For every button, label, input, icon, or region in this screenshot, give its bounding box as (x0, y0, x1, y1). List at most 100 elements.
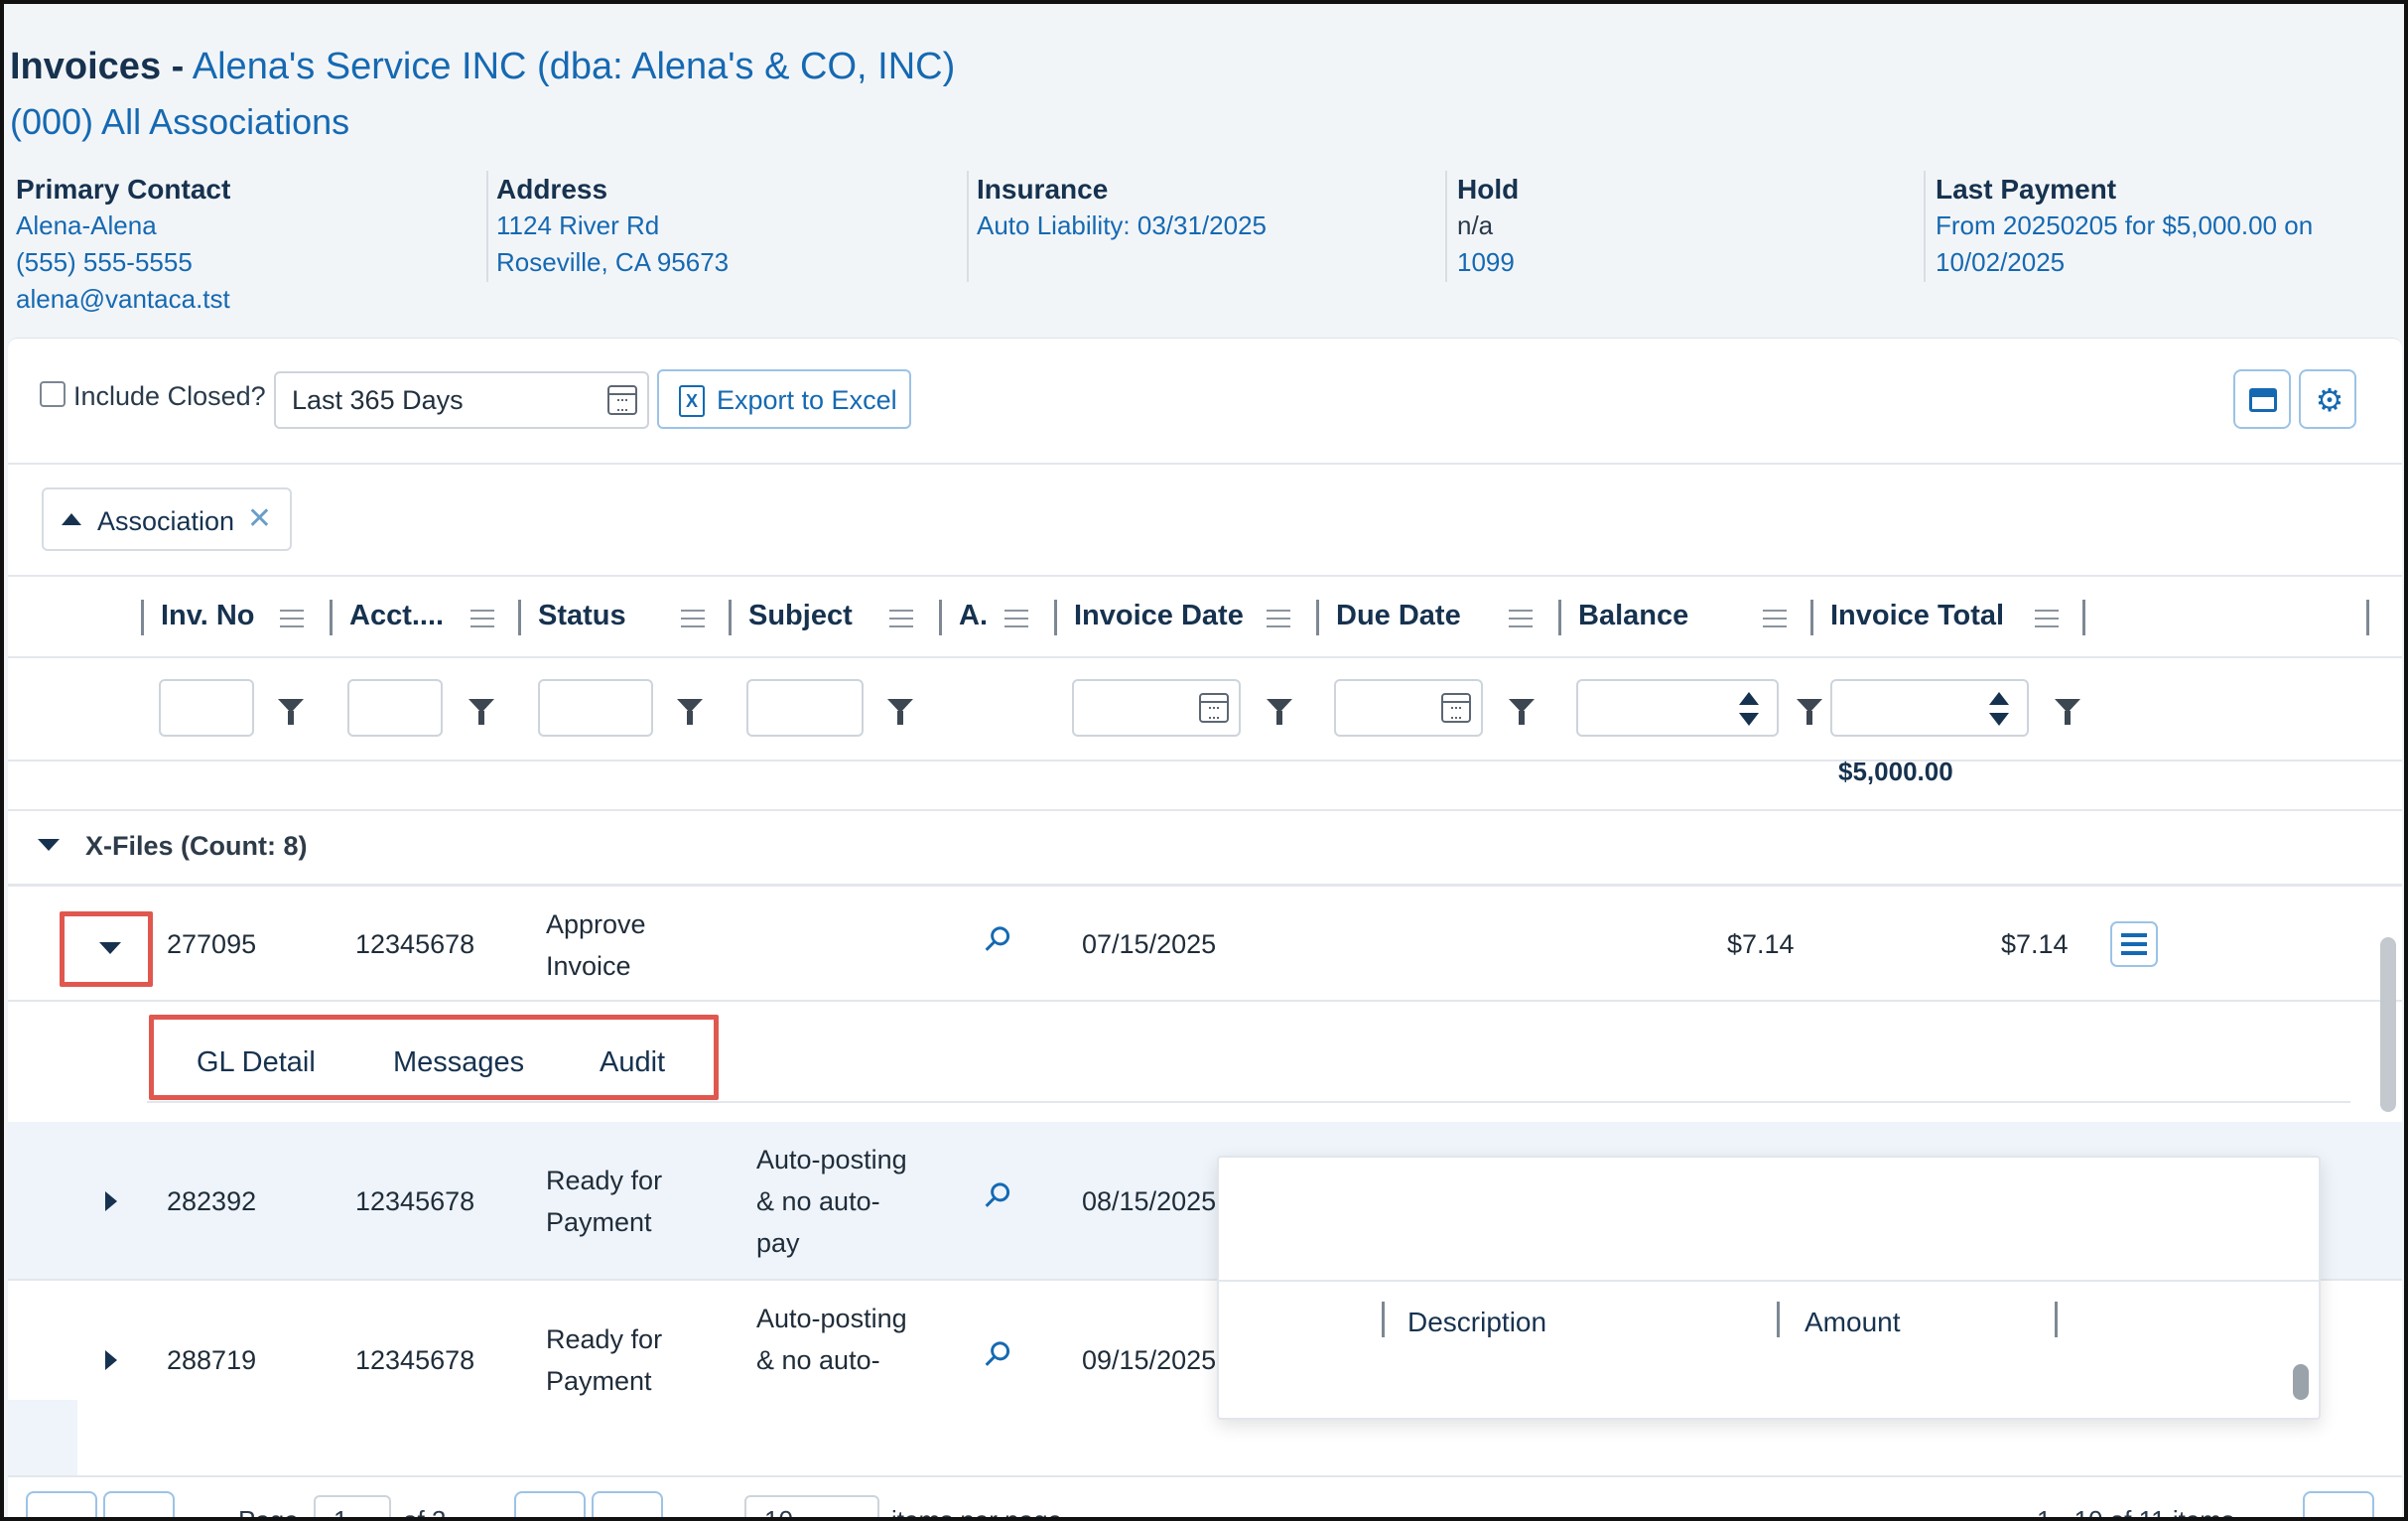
date-range-picker[interactable]: Last 365 Days (274, 371, 649, 429)
hold-value: n/a (1457, 210, 1494, 240)
address-line2[interactable]: Roseville, CA 95673 (496, 244, 963, 281)
calendar-icon[interactable] (1199, 693, 1229, 723)
insurance-value-link[interactable]: Auto Liability: 03/31/2025 (977, 207, 1443, 244)
column-divider[interactable] (729, 600, 732, 635)
spinner-icon[interactable] (1989, 692, 2009, 726)
calendar-icon[interactable] (1441, 693, 1471, 723)
column-header-subject[interactable]: Subject (748, 600, 853, 632)
column-divider[interactable] (1810, 600, 1813, 635)
filter-invoice-date-input[interactable] (1072, 679, 1241, 737)
column-menu-icon[interactable] (889, 610, 913, 627)
filter-subject-input[interactable] (746, 679, 864, 737)
refresh-button[interactable] (2303, 1491, 2374, 1517)
settings-button[interactable]: ⚙ (2299, 369, 2356, 429)
group-label: X-Files (Count: 8) (85, 831, 308, 861)
column-divider[interactable] (141, 600, 144, 635)
column-divider[interactable] (939, 600, 942, 635)
contact-email-link[interactable]: alena@vantaca.tst (16, 281, 482, 318)
contact-phone-link[interactable]: (555) 555-5555 (16, 244, 482, 281)
vendor-name-link[interactable]: Alena's Service INC (dba: Alena's & CO, … (193, 46, 955, 87)
first-page-button[interactable] (26, 1491, 97, 1517)
address-line1[interactable]: 1124 River Rd (496, 207, 963, 244)
last-payment-line2[interactable]: 10/02/2025 (1936, 244, 2402, 281)
popup-header-description[interactable]: Description (1407, 1307, 1546, 1338)
filter-account-input[interactable] (347, 679, 443, 737)
inv-no-cell[interactable]: 282392 (167, 1180, 256, 1222)
primary-contact-heading: Primary Contact (16, 174, 231, 205)
last-page-button[interactable] (592, 1491, 663, 1517)
column-divider[interactable] (1316, 600, 1319, 635)
column-header-invoice-total[interactable]: Invoice Total (1830, 600, 2004, 632)
group-chip-label: Association (97, 506, 235, 536)
next-page-button[interactable] (514, 1491, 586, 1517)
last-payment-line1[interactable]: From 20250205 for $5,000.00 on (1936, 207, 2402, 244)
previous-page-button[interactable] (103, 1491, 175, 1517)
calendar-icon[interactable] (607, 385, 637, 415)
group-by-association-chip[interactable]: Association ✕ (42, 487, 292, 551)
column-header-attachment[interactable]: A. (959, 600, 988, 632)
filter-icon[interactable] (278, 699, 304, 725)
column-header-due-date[interactable]: Due Date (1336, 600, 1461, 632)
expand-row-icon[interactable] (105, 1191, 117, 1211)
collapse-row-icon[interactable] (99, 942, 121, 954)
filter-due-date-input[interactable] (1334, 679, 1483, 737)
tab-gl-detail[interactable]: GL Detail (197, 1046, 316, 1079)
column-header-inv-no[interactable]: Inv. No (161, 600, 255, 632)
export-to-excel-button[interactable]: X Export to Excel (657, 369, 911, 429)
column-divider[interactable] (2082, 600, 2085, 635)
column-menu-icon[interactable] (1509, 610, 1533, 627)
filter-balance-input[interactable] (1576, 679, 1779, 737)
filter-status-input[interactable] (538, 679, 653, 737)
tab-messages[interactable]: Messages (393, 1046, 524, 1079)
hold-1099-link[interactable]: 1099 (1457, 244, 1914, 281)
layout-toggle-button[interactable] (2233, 369, 2291, 429)
column-header-invoice-date[interactable]: Invoice Date (1074, 600, 1244, 632)
column-divider[interactable] (518, 600, 521, 635)
column-menu-icon[interactable] (1267, 610, 1290, 627)
column-divider[interactable] (330, 600, 333, 635)
tab-audit[interactable]: Audit (600, 1046, 665, 1079)
column-divider[interactable] (2055, 1302, 2058, 1337)
grid-vertical-scrollbar[interactable] (2380, 937, 2396, 1112)
column-menu-icon[interactable] (2035, 610, 2059, 627)
filter-icon[interactable] (1267, 699, 1292, 725)
filter-icon[interactable] (677, 699, 703, 725)
remove-group-icon[interactable]: ✕ (247, 501, 272, 536)
inv-no-cell[interactable]: 288719 (167, 1339, 256, 1381)
popup-header-amount[interactable]: Amount (1805, 1307, 1901, 1338)
popup-scrollbar[interactable] (2293, 1364, 2309, 1400)
column-divider[interactable] (1382, 1302, 1385, 1337)
gl-detail-popup (1217, 1156, 2321, 1420)
association-scope-link[interactable]: (000) All Associations (10, 101, 349, 143)
page-size-select[interactable]: 10 (744, 1495, 879, 1517)
column-menu-icon[interactable] (1763, 610, 1787, 627)
include-closed-checkbox[interactable] (40, 381, 66, 407)
page-number-input[interactable]: 1 (314, 1495, 391, 1517)
filter-icon[interactable] (887, 699, 913, 725)
inv-no-cell[interactable]: 277095 (167, 923, 256, 965)
filter-icon[interactable] (2055, 699, 2080, 725)
column-menu-icon[interactable] (1004, 610, 1028, 627)
spinner-icon[interactable] (1739, 692, 1759, 726)
collapse-group-icon[interactable] (38, 839, 60, 851)
column-menu-icon[interactable] (470, 610, 494, 627)
row-actions-button[interactable] (2110, 921, 2158, 967)
column-header-account[interactable]: Acct.... (349, 600, 444, 632)
column-menu-icon[interactable] (280, 610, 304, 627)
grid-bottom-divider (8, 1475, 2402, 1477)
expand-row-icon[interactable] (105, 1350, 117, 1370)
column-divider[interactable] (1054, 600, 1057, 635)
column-divider[interactable] (1777, 1302, 1780, 1337)
column-header-status[interactable]: Status (538, 600, 626, 632)
filter-icon[interactable] (1797, 699, 1822, 725)
column-header-balance[interactable]: Balance (1578, 600, 1688, 632)
column-menu-icon[interactable] (681, 610, 705, 627)
filter-invoice-total-input[interactable] (1830, 679, 2029, 737)
column-divider[interactable] (1558, 600, 1561, 635)
contact-name-link[interactable]: Alena-Alena (16, 207, 482, 244)
filter-inv-no-input[interactable] (159, 679, 254, 737)
sort-ascending-icon[interactable] (62, 513, 81, 525)
filter-icon[interactable] (468, 699, 494, 725)
filter-icon[interactable] (1509, 699, 1535, 725)
column-divider[interactable] (2366, 600, 2369, 635)
